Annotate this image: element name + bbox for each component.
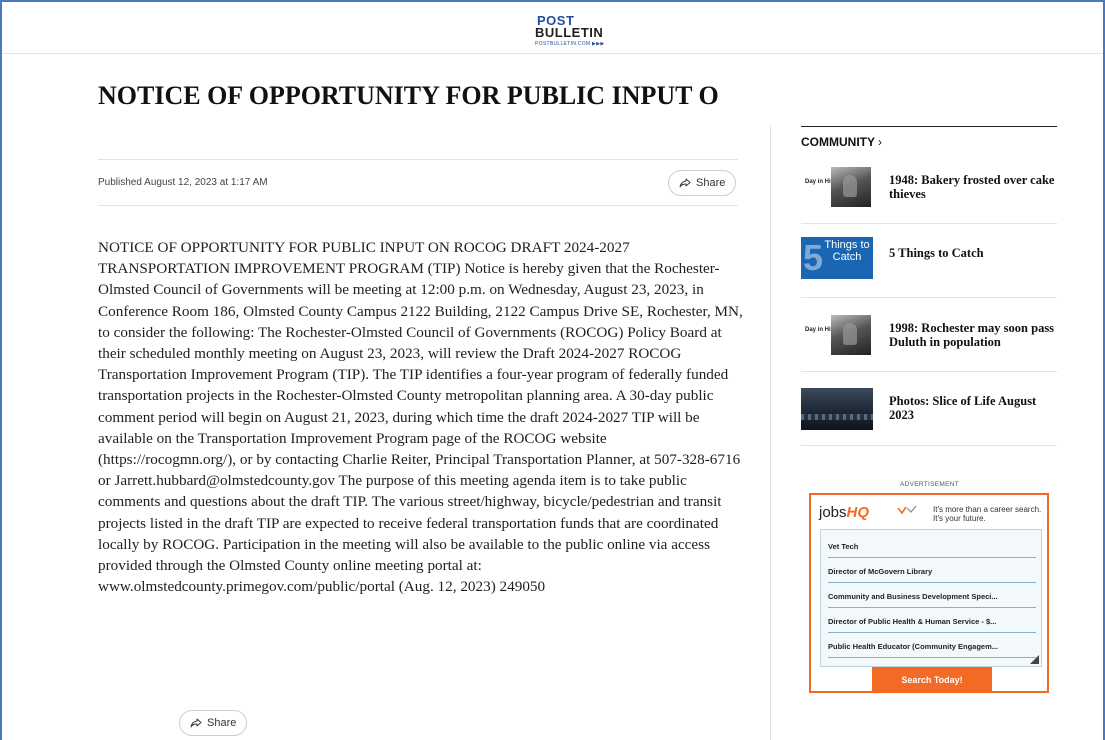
resize-corner-icon bbox=[1030, 655, 1039, 664]
published-date: Published August 12, 2023 at 1:17 AM bbox=[98, 177, 268, 188]
logo-brand: HQ bbox=[846, 504, 870, 521]
share-button-top[interactable]: Share bbox=[668, 170, 737, 196]
sidebar-item-title[interactable]: 1948: Bakery frosted over cake thieves bbox=[889, 173, 1057, 201]
column-divider bbox=[770, 126, 771, 740]
search-today-button[interactable]: Search Today! bbox=[872, 667, 992, 693]
share-label: Share bbox=[696, 177, 726, 189]
logo-line-3: POSTBULLETIN.COM ▶▶▶ bbox=[535, 41, 605, 47]
chevron-right-icon: › bbox=[878, 135, 882, 149]
sidebar-item[interactable]: 5 Things to Catch 5 Things to Catch bbox=[801, 224, 1057, 298]
day-in-history-thumbnail[interactable]: Day in History bbox=[801, 314, 873, 356]
jobshq-logo[interactable]: jobsHQ bbox=[819, 504, 869, 521]
slice-of-life-thumbnail[interactable] bbox=[801, 388, 873, 430]
thumb-big-number: 5 bbox=[803, 237, 824, 278]
article-body: NOTICE OF OPPORTUNITY FOR PUBLIC INPUT O… bbox=[98, 239, 743, 596]
share-button-bottom[interactable]: Share bbox=[179, 710, 248, 736]
sidebar-item-title[interactable]: 1998: Rochester may soon pass Duluth in … bbox=[889, 321, 1057, 349]
post-bulletin-logo[interactable]: POST BULLETIN POSTBULLETIN.COM ▶▶▶ bbox=[535, 14, 631, 49]
article-meta-bar: Published August 12, 2023 at 1:17 AM Sha… bbox=[98, 159, 738, 206]
day-in-history-thumbnail[interactable]: Day in History bbox=[801, 166, 873, 208]
thumb-label: Things to Catch bbox=[824, 239, 870, 263]
historic-photo bbox=[831, 167, 871, 207]
job-link[interactable]: Community and Business Development Speci… bbox=[828, 585, 1036, 608]
swoosh-icon bbox=[897, 505, 917, 515]
sidebar-section-title[interactable]: COMMUNITY › bbox=[801, 135, 882, 149]
job-link[interactable]: Director of Public Health & Human Servic… bbox=[828, 610, 1036, 633]
share-icon bbox=[679, 178, 691, 188]
sidebar-item[interactable]: Photos: Slice of Life August 2023 bbox=[801, 372, 1057, 446]
sidebar-rule bbox=[801, 126, 1057, 127]
job-link[interactable]: Public Health Educator (Community Engage… bbox=[828, 635, 1036, 658]
job-list: Vet Tech Director of McGovern Library Co… bbox=[820, 529, 1042, 667]
sidebar-item[interactable]: Day in History 1948: Bakery frosted over… bbox=[801, 150, 1057, 224]
sidebar-item[interactable]: Day in History 1998: Rochester may soon … bbox=[801, 298, 1057, 372]
ad-tagline: It's more than a career search. It's you… bbox=[933, 505, 1042, 523]
sidebar-item-title[interactable]: 5 Things to Catch bbox=[889, 246, 1057, 260]
logo-plain: jobs bbox=[819, 504, 847, 521]
job-link[interactable]: Director of McGovern Library bbox=[828, 560, 1036, 583]
section-title-text: COMMUNITY bbox=[801, 135, 875, 149]
skyline-photo bbox=[801, 414, 873, 420]
article-headline: NOTICE OF OPPORTUNITY FOR PUBLIC INPUT O bbox=[98, 81, 719, 110]
logo-line-2: BULLETIN bbox=[535, 25, 604, 40]
share-icon bbox=[190, 718, 202, 728]
share-label: Share bbox=[207, 717, 237, 729]
five-things-thumbnail[interactable]: 5 Things to Catch bbox=[801, 237, 873, 279]
historic-photo bbox=[831, 315, 871, 355]
sidebar-item-title[interactable]: Photos: Slice of Life August 2023 bbox=[889, 394, 1057, 422]
advertisement-label: ADVERTISEMENT bbox=[900, 481, 960, 488]
site-header: POST BULLETIN POSTBULLETIN.COM ▶▶▶ bbox=[2, 2, 1103, 54]
jobs-ad[interactable]: jobsHQ It's more than a career search. I… bbox=[809, 493, 1049, 693]
job-link[interactable]: Vet Tech bbox=[828, 535, 1036, 558]
